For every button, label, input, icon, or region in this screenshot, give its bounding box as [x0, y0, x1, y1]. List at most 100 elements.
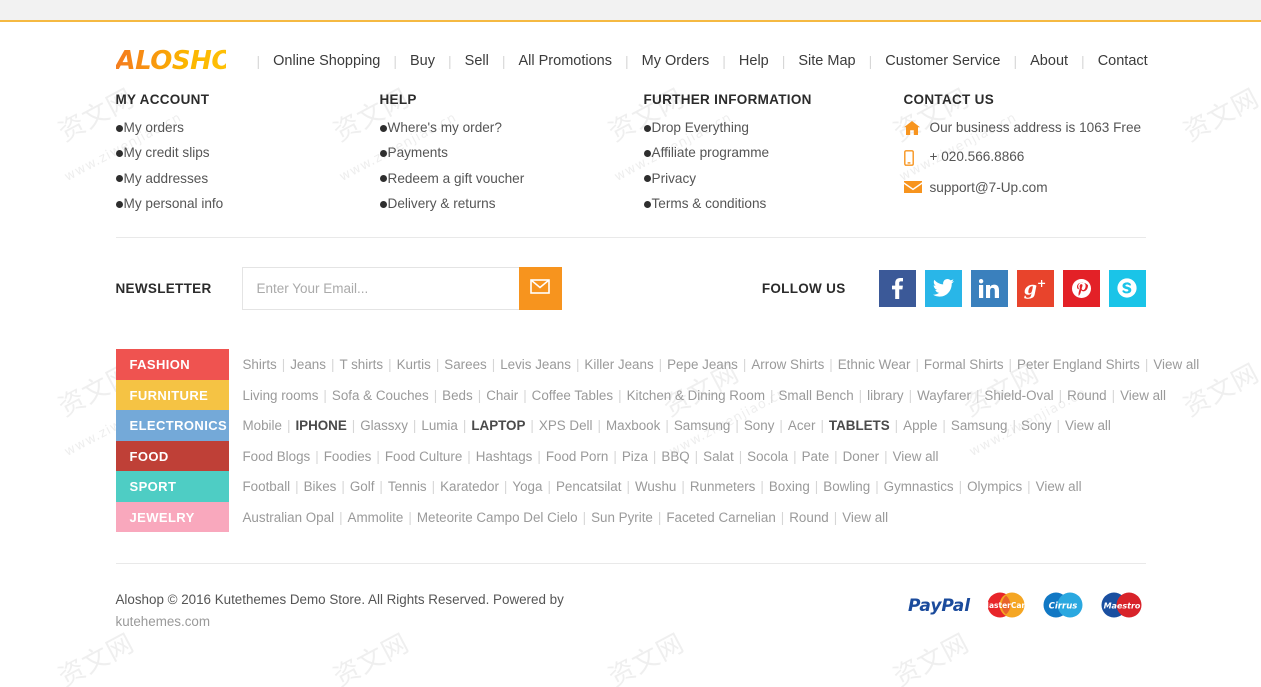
- tag-link[interactable]: Sony: [744, 418, 775, 433]
- tag-link[interactable]: Faceted Carnelian: [666, 510, 775, 525]
- footer-link-item[interactable]: My orders: [115, 120, 380, 136]
- tag-link[interactable]: Yoga: [512, 479, 542, 494]
- footer-link-label[interactable]: My addresses: [124, 171, 209, 187]
- tag-link[interactable]: View all: [893, 449, 939, 464]
- tag-link[interactable]: Glassxy: [360, 418, 408, 433]
- footer-link-item[interactable]: Redeem a gift voucher: [379, 171, 644, 187]
- footer-link-item[interactable]: Terms & conditions: [643, 196, 904, 212]
- tag-link[interactable]: Round: [789, 510, 828, 525]
- powered-by-link[interactable]: kutehemes.com: [116, 614, 211, 629]
- tag-link[interactable]: Sarees: [444, 357, 486, 372]
- tag-link[interactable]: Beds: [442, 388, 473, 403]
- tag-link[interactable]: View all: [842, 510, 888, 525]
- footer-link-item[interactable]: Delivery & returns: [379, 196, 644, 212]
- tag-link[interactable]: Pencatsilat: [556, 479, 622, 494]
- tag-link[interactable]: Maxbook: [606, 418, 660, 433]
- tag-link[interactable]: Bowling: [823, 479, 870, 494]
- tag-link[interactable]: Jeans: [290, 357, 326, 372]
- tag-category-food[interactable]: FOOD: [115, 440, 229, 472]
- tag-link[interactable]: Acer: [788, 418, 816, 433]
- site-logo[interactable]: ALOSHOP: [116, 48, 253, 74]
- footer-link-label[interactable]: Payments: [388, 145, 448, 161]
- footer-link-label[interactable]: Where's my order?: [388, 120, 502, 136]
- footer-link-label[interactable]: Affiliate programme: [652, 145, 770, 161]
- tag-link[interactable]: Shirts: [243, 357, 277, 372]
- tag-link[interactable]: Formal Shirts: [924, 357, 1004, 372]
- nav-item-site-map[interactable]: Site Map: [798, 53, 855, 69]
- tag-link[interactable]: Samsung: [951, 418, 1008, 433]
- social-link-twitter[interactable]: [924, 269, 962, 307]
- footer-link-label[interactable]: Delivery & returns: [388, 196, 496, 212]
- tag-link[interactable]: Small Bench: [778, 388, 853, 403]
- tag-link[interactable]: Doner: [843, 449, 879, 464]
- tag-link[interactable]: Ammolite: [348, 510, 404, 525]
- footer-link-label[interactable]: Redeem a gift voucher: [388, 171, 525, 187]
- tag-link[interactable]: View all: [1153, 357, 1199, 372]
- tag-link[interactable]: Bikes: [304, 479, 337, 494]
- tag-link[interactable]: TABLETS: [829, 418, 890, 433]
- footer-link-item[interactable]: My personal info: [115, 196, 380, 212]
- footer-link-label[interactable]: Terms & conditions: [652, 196, 767, 212]
- tag-link[interactable]: Round: [1067, 388, 1106, 403]
- newsletter-submit-button[interactable]: [518, 266, 562, 310]
- social-link-google-plus[interactable]: g+: [1016, 269, 1054, 307]
- tag-link[interactable]: Football: [243, 479, 291, 494]
- nav-item-my-orders[interactable]: My Orders: [642, 53, 710, 69]
- nav-item-customer-service[interactable]: Customer Service: [885, 53, 1000, 69]
- tag-link[interactable]: Australian Opal: [243, 510, 335, 525]
- tag-link[interactable]: Piza: [622, 449, 648, 464]
- tag-link[interactable]: View all: [1036, 479, 1082, 494]
- newsletter-email-input[interactable]: [241, 266, 519, 310]
- nav-item-help[interactable]: Help: [739, 53, 769, 69]
- footer-link-item[interactable]: My credit slips: [115, 145, 380, 161]
- nav-item-about[interactable]: About: [1030, 53, 1068, 69]
- tag-link[interactable]: Boxing: [769, 479, 810, 494]
- tag-link[interactable]: Levis Jeans: [500, 357, 571, 372]
- tag-link[interactable]: Apple: [903, 418, 937, 433]
- tag-link[interactable]: Lumia: [421, 418, 457, 433]
- tag-link[interactable]: Kitchen & Dining Room: [627, 388, 765, 403]
- nav-item-sell[interactable]: Sell: [465, 53, 489, 69]
- tag-link[interactable]: LAPTOP: [471, 418, 525, 433]
- tag-link[interactable]: Ethnic Wear: [838, 357, 911, 372]
- footer-link-item[interactable]: Payments: [379, 145, 644, 161]
- tag-category-sport[interactable]: SPORT: [115, 471, 229, 502]
- tag-link[interactable]: Sofa & Couches: [332, 388, 429, 403]
- tag-link[interactable]: Wushu: [635, 479, 676, 494]
- tag-link[interactable]: Peter England Shirts: [1017, 357, 1140, 372]
- footer-link-item[interactable]: My addresses: [115, 171, 380, 187]
- tag-link[interactable]: XPS Dell: [539, 418, 593, 433]
- nav-item-online-shopping[interactable]: Online Shopping: [273, 53, 380, 69]
- tag-link[interactable]: Chair: [486, 388, 518, 403]
- tag-link[interactable]: View all: [1065, 418, 1111, 433]
- footer-link-label[interactable]: Privacy: [652, 171, 697, 187]
- tag-category-jewelry[interactable]: JEWELRY: [115, 501, 229, 533]
- social-link-skype[interactable]: [1108, 269, 1146, 307]
- footer-link-label[interactable]: Drop Everything: [652, 120, 749, 136]
- tag-link[interactable]: library: [867, 388, 903, 403]
- nav-item-all-promotions[interactable]: All Promotions: [518, 53, 611, 69]
- tag-link[interactable]: Golf: [350, 479, 375, 494]
- footer-link-label[interactable]: My orders: [124, 120, 184, 136]
- tag-link[interactable]: Pepe Jeans: [667, 357, 738, 372]
- tag-link[interactable]: Food Culture: [385, 449, 462, 464]
- tag-link[interactable]: Living rooms: [243, 388, 319, 403]
- tag-link[interactable]: Samsung: [674, 418, 731, 433]
- footer-link-item[interactable]: Affiliate programme: [643, 145, 904, 161]
- tag-link[interactable]: Killer Jeans: [584, 357, 653, 372]
- tag-link[interactable]: Foodies: [324, 449, 372, 464]
- tag-link[interactable]: Wayfarer: [917, 388, 971, 403]
- nav-item-contact[interactable]: Contact: [1098, 53, 1148, 69]
- nav-item-buy[interactable]: Buy: [410, 53, 435, 69]
- tag-link[interactable]: Gymnastics: [884, 479, 954, 494]
- tag-link[interactable]: Coffee Tables: [532, 388, 613, 403]
- footer-link-label[interactable]: My personal info: [124, 196, 224, 212]
- tag-link[interactable]: Karatedor: [440, 479, 499, 494]
- tag-link[interactable]: BBQ: [661, 449, 689, 464]
- tag-link[interactable]: Olympics: [967, 479, 1022, 494]
- tag-link[interactable]: Kurtis: [397, 357, 431, 372]
- tag-link[interactable]: Shield-Oval: [984, 388, 1053, 403]
- tag-link[interactable]: Salat: [703, 449, 734, 464]
- footer-link-item[interactable]: Where's my order?: [379, 120, 644, 136]
- tag-link[interactable]: Runmeters: [690, 479, 756, 494]
